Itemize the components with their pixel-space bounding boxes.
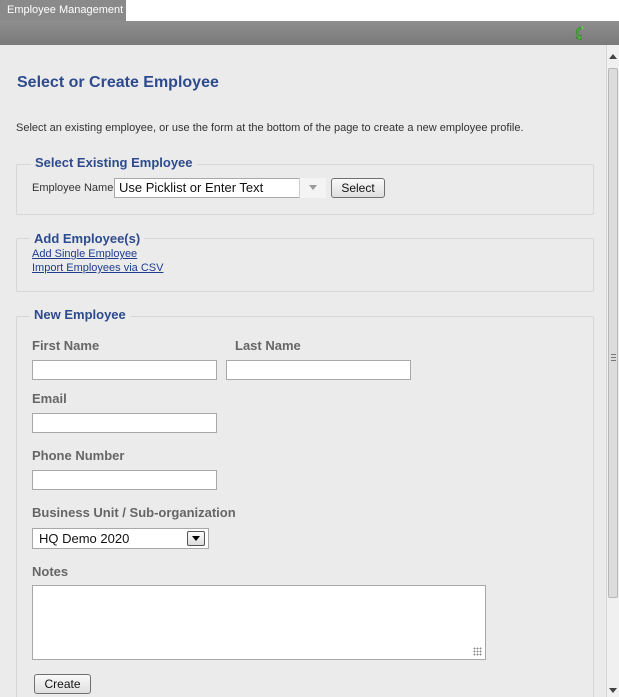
business-unit-select[interactable]: HQ Demo 2020 bbox=[32, 528, 209, 549]
scroll-up-icon[interactable] bbox=[609, 54, 617, 59]
scroll-down-icon[interactable] bbox=[609, 688, 617, 693]
select-button[interactable]: Select bbox=[331, 178, 385, 198]
business-unit-label: Business Unit / Sub-organization bbox=[32, 505, 236, 520]
last-name-label: Last Name bbox=[235, 338, 301, 353]
resize-grip-icon[interactable] bbox=[473, 647, 482, 656]
tab-employee-management[interactable]: Employee Management bbox=[0, 0, 126, 21]
grip-icon bbox=[611, 354, 616, 355]
chevron-down-icon[interactable] bbox=[299, 178, 326, 198]
add-single-employee-link[interactable]: Add Single Employee bbox=[32, 248, 137, 260]
first-name-input[interactable] bbox=[32, 360, 217, 380]
vertical-scrollbar[interactable] bbox=[606, 45, 619, 697]
notes-label: Notes bbox=[32, 564, 69, 579]
import-employees-csv-link[interactable]: Import Employees via CSV bbox=[32, 262, 163, 274]
page-intro: Select an existing employee, or use the … bbox=[16, 122, 524, 134]
scroll-thumb[interactable] bbox=[608, 68, 618, 598]
employee-picklist[interactable]: Use Picklist or Enter Text bbox=[114, 178, 326, 198]
create-button[interactable]: Create bbox=[34, 674, 91, 694]
toolbar bbox=[0, 21, 619, 45]
business-unit-value: HQ Demo 2020 bbox=[39, 531, 130, 546]
employee-name-label: Employee Name: bbox=[32, 182, 117, 194]
email-input[interactable] bbox=[32, 413, 217, 433]
picklist-value: Use Picklist or Enter Text bbox=[119, 180, 264, 195]
phone-number-label: Phone Number bbox=[32, 448, 125, 463]
new-employee-legend: New Employee bbox=[30, 307, 130, 322]
chevron-down-icon[interactable] bbox=[187, 531, 205, 546]
first-name-label: First Name bbox=[32, 338, 100, 353]
last-name-input[interactable] bbox=[226, 360, 411, 380]
page-title: Select or Create Employee bbox=[17, 74, 219, 91]
add-employees-legend: Add Employee(s) bbox=[30, 231, 145, 246]
notes-textarea[interactable] bbox=[32, 585, 486, 660]
tab-bar: Employee Management bbox=[0, 0, 619, 21]
phone-number-input[interactable] bbox=[32, 470, 217, 490]
refresh-icon[interactable] bbox=[572, 25, 588, 41]
main-content: Select or Create Employee Select an exis… bbox=[0, 45, 606, 697]
email-label: Email bbox=[32, 391, 67, 406]
select-existing-legend: Select Existing Employee bbox=[31, 155, 197, 170]
